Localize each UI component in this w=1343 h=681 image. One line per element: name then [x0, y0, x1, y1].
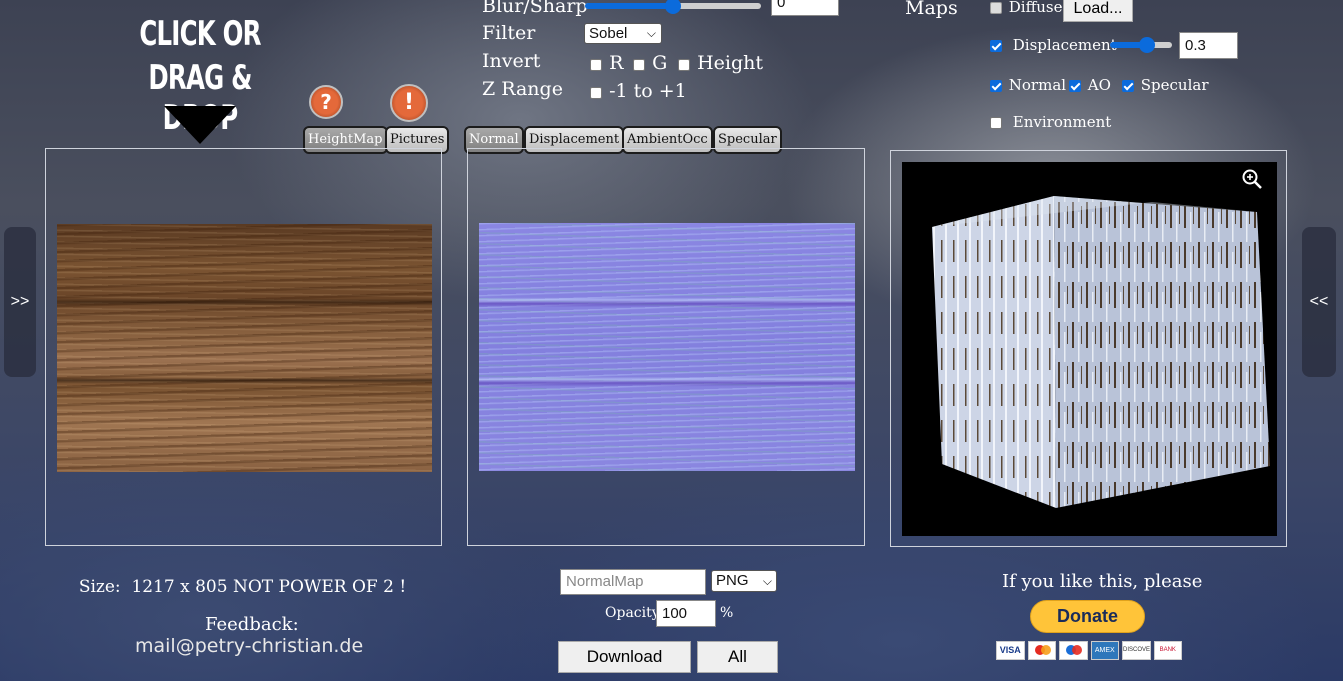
invert-label: Invert	[482, 50, 541, 72]
maps-label: Maps	[905, 0, 958, 19]
expand-right-icon: >>	[10, 293, 30, 310]
blur-sharp-label: Blur/Sharp	[482, 0, 588, 17]
drop-zone-line1: CLICK OR	[139, 14, 261, 54]
displacement-input[interactable]: 0.3	[1179, 32, 1238, 59]
environment-checkbox[interactable]	[990, 117, 1002, 129]
feedback-label: Feedback:	[205, 614, 299, 635]
zrange-option[interactable]: -1 to +1	[590, 80, 687, 102]
blur-sharp-slider[interactable]	[585, 0, 765, 14]
diffuse-checkbox[interactable]	[990, 2, 1002, 14]
invert-r-label: R	[609, 52, 624, 74]
normal-checkbox[interactable]	[990, 80, 1002, 92]
displacement-label: Displacement	[1012, 36, 1117, 54]
opacity-label: Opacity	[605, 605, 660, 621]
chevron-down-icon: ⌵	[762, 574, 772, 588]
drop-arrow-icon	[164, 106, 236, 144]
mastercard-icon	[1027, 641, 1056, 660]
download-button[interactable]: Download	[558, 641, 691, 673]
zrange-checkbox[interactable]	[590, 86, 602, 99]
discover-icon: DISCOVER	[1122, 641, 1151, 660]
invert-g-label: G	[652, 52, 668, 74]
normalmap-image	[479, 223, 855, 471]
filename-input[interactable]: NormalMap	[560, 569, 706, 595]
blur-sharp-input[interactable]: 0	[771, 0, 839, 16]
chevron-down-icon: ⌵	[646, 26, 656, 40]
preview-panel[interactable]	[890, 150, 1287, 547]
format-select[interactable]: PNG ⌵	[711, 570, 777, 592]
payment-cards: VISA AMEX DISCOVER BANK	[996, 641, 1182, 660]
right-expand-button[interactable]: <<	[1302, 227, 1336, 377]
filename-placeholder: NormalMap	[566, 573, 644, 590]
invert-g-option[interactable]: G	[633, 52, 667, 74]
invert-height-label: Height	[697, 52, 764, 74]
displacement-slider[interactable]	[1110, 37, 1174, 53]
normalmap-panel[interactable]	[467, 148, 865, 546]
left-expand-button[interactable]: >>	[4, 227, 36, 377]
invert-height-checkbox[interactable]	[678, 58, 690, 71]
invert-r-option[interactable]: R	[590, 52, 623, 74]
download-all-button[interactable]: All	[697, 641, 778, 673]
preview-canvas[interactable]	[902, 162, 1277, 536]
help-icon[interactable]: ?	[309, 85, 343, 119]
warning-icon[interactable]: !	[390, 84, 428, 122]
specular-option[interactable]: Specular	[1122, 76, 1209, 94]
donate-text: If you like this, please	[1002, 571, 1203, 592]
filter-select-value: Sobel	[589, 25, 628, 42]
cube-render	[932, 196, 1270, 508]
filter-label: Filter	[482, 22, 536, 44]
feedback-email-link[interactable]: mail@petry-christian.de	[135, 635, 363, 657]
normal-option[interactable]: Normal	[990, 76, 1066, 94]
load-button[interactable]: Load...	[1063, 0, 1133, 22]
expand-left-icon: <<	[1309, 293, 1329, 310]
environment-label: Environment	[1012, 113, 1112, 131]
maestro-icon	[1059, 641, 1088, 660]
amex-icon: AMEX	[1090, 641, 1119, 660]
donate-button[interactable]: Donate	[1030, 600, 1145, 633]
invert-g-checkbox[interactable]	[633, 58, 645, 71]
opacity-percent: %	[720, 605, 734, 621]
diffuse-option[interactable]: Diffuse	[990, 0, 1063, 16]
warning-glyph: !	[403, 90, 415, 115]
ao-option[interactable]: AO	[1069, 76, 1111, 94]
opacity-input[interactable]: 100	[656, 600, 716, 627]
help-glyph: ?	[320, 90, 332, 114]
ao-label: AO	[1087, 76, 1111, 94]
displacement-option[interactable]: Displacement	[990, 36, 1117, 54]
zrange-option-label: -1 to +1	[609, 80, 687, 102]
visa-icon: VISA	[996, 641, 1025, 660]
diffuse-label: Diffuse	[1008, 0, 1063, 16]
specular-checkbox[interactable]	[1122, 80, 1134, 92]
ao-checkbox[interactable]	[1069, 80, 1081, 92]
filter-select[interactable]: Sobel ⌵	[584, 23, 662, 44]
invert-height-option[interactable]: Height	[678, 52, 763, 74]
heightmap-panel[interactable]	[45, 148, 442, 546]
displacement-checkbox[interactable]	[990, 40, 1002, 52]
donate-button-label: Donate	[1056, 606, 1118, 626]
size-info-text: Size: 1217 x 805 NOT POWER OF 2 !	[78, 577, 407, 597]
normal-label: Normal	[1008, 76, 1067, 94]
specular-label: Specular	[1140, 76, 1209, 94]
environment-option[interactable]: Environment	[990, 113, 1111, 131]
invert-r-checkbox[interactable]	[590, 58, 602, 71]
drop-zone[interactable]: CLICK OR DRAG & DROP	[100, 10, 300, 150]
size-info: Size: 1217 x 805 NOT POWER OF 2 !	[68, 557, 406, 597]
bank-icon: BANK	[1153, 641, 1182, 660]
heightmap-image	[57, 224, 432, 472]
format-select-value: PNG	[716, 572, 749, 589]
zrange-label: Z Range	[482, 78, 563, 100]
zoom-icon[interactable]	[1241, 168, 1263, 190]
